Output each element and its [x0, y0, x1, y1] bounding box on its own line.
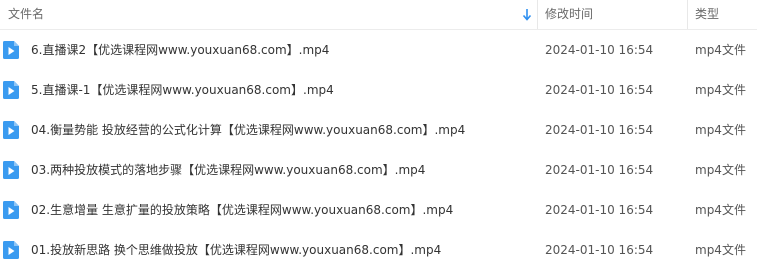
- file-type: mp4文件: [695, 43, 746, 57]
- video-file-icon: [3, 241, 19, 259]
- video-file-icon: [3, 81, 19, 99]
- file-modified-time: 2024-01-10 16:54: [545, 243, 654, 257]
- video-file-icon: [3, 41, 19, 59]
- file-name[interactable]: 6.直播课2【优选课程网www.youxuan68.com】.mp4: [31, 30, 329, 70]
- file-name[interactable]: 03.两种投放模式的落地步骤【优选课程网www.youxuan68.com】.m…: [31, 150, 425, 190]
- file-list: 6.直播课2【优选课程网www.youxuan68.com】.mp4 2024-…: [0, 30, 757, 270]
- file-row[interactable]: 01.投放新思路 换个思维做投放【优选课程网www.youxuan68.com】…: [0, 230, 757, 270]
- file-row[interactable]: 6.直播课2【优选课程网www.youxuan68.com】.mp4 2024-…: [0, 30, 757, 70]
- video-file-icon: [3, 161, 19, 179]
- file-row[interactable]: 5.直播课-1【优选课程网www.youxuan68.com】.mp4 2024…: [0, 70, 757, 110]
- sort-descending-icon[interactable]: [522, 8, 532, 22]
- column-header-bar: 文件名 修改时间 类型: [0, 0, 757, 30]
- file-row[interactable]: 04.衡量势能 投放经营的公式化计算【优选课程网www.youxuan68.co…: [0, 110, 757, 150]
- column-divider[interactable]: [687, 0, 688, 29]
- file-row[interactable]: 02.生意增量 生意扩量的投放策略【优选课程网www.youxuan68.com…: [0, 190, 757, 230]
- file-modified-time: 2024-01-10 16:54: [545, 203, 654, 217]
- file-type: mp4文件: [695, 123, 746, 137]
- column-header-name[interactable]: 文件名: [8, 0, 44, 29]
- file-name[interactable]: 5.直播课-1【优选课程网www.youxuan68.com】.mp4: [31, 70, 334, 110]
- file-type: mp4文件: [695, 203, 746, 217]
- file-name[interactable]: 01.投放新思路 换个思维做投放【优选课程网www.youxuan68.com】…: [31, 230, 441, 270]
- file-type: mp4文件: [695, 243, 746, 257]
- file-modified-time: 2024-01-10 16:54: [545, 163, 654, 177]
- column-divider[interactable]: [537, 0, 538, 29]
- file-modified-time: 2024-01-10 16:54: [545, 43, 654, 57]
- file-name[interactable]: 02.生意增量 生意扩量的投放策略【优选课程网www.youxuan68.com…: [31, 190, 453, 230]
- video-file-icon: [3, 201, 19, 219]
- video-file-icon: [3, 121, 19, 139]
- column-header-type[interactable]: 类型: [695, 0, 719, 29]
- file-name[interactable]: 04.衡量势能 投放经营的公式化计算【优选课程网www.youxuan68.co…: [31, 110, 465, 150]
- file-modified-time: 2024-01-10 16:54: [545, 123, 654, 137]
- file-modified-time: 2024-01-10 16:54: [545, 83, 654, 97]
- file-type: mp4文件: [695, 163, 746, 177]
- file-row[interactable]: 03.两种投放模式的落地步骤【优选课程网www.youxuan68.com】.m…: [0, 150, 757, 190]
- file-type: mp4文件: [695, 83, 746, 97]
- column-header-modified-time[interactable]: 修改时间: [545, 0, 593, 29]
